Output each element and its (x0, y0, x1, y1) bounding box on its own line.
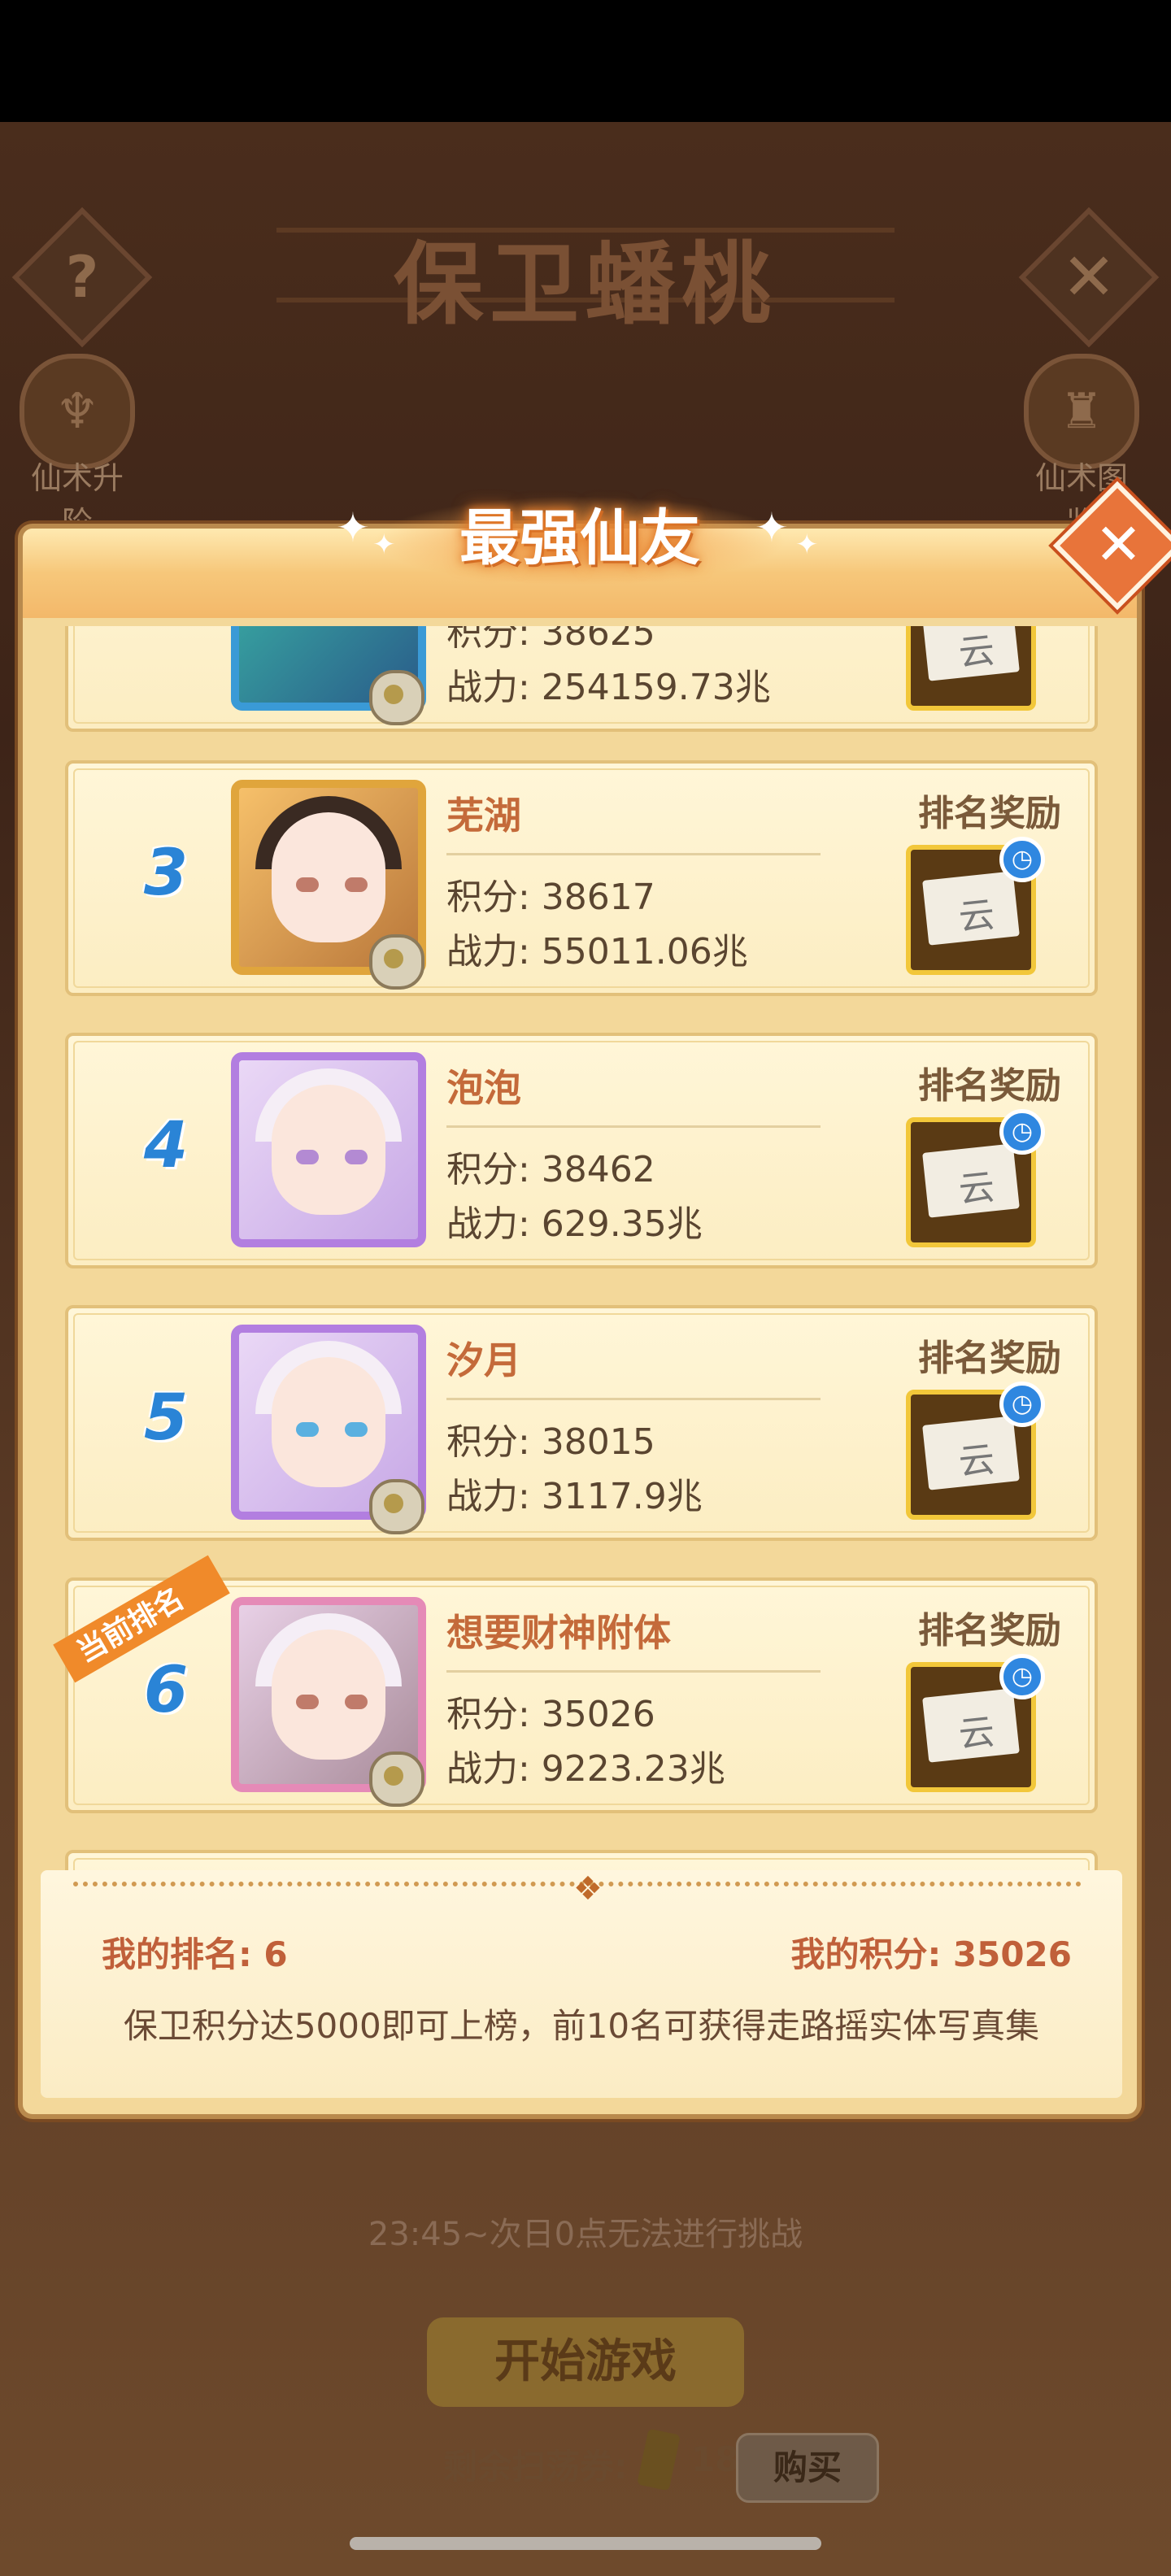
buy-button[interactable]: 购买 (736, 2433, 879, 2503)
player-name: 想要财神附体 (446, 1611, 671, 1655)
my-rank-footer: ❖ 我的排名: 6 我的积分: 35026 保卫积分达5000即可上榜，前10名… (41, 1870, 1122, 2098)
rank-number: 5 (143, 1382, 189, 1455)
leaderboard-list[interactable]: 积分: 38625 战力: 254159.73兆 云 3 芜湖 积分: 3861… (41, 626, 1106, 1870)
avatar-eye (296, 1150, 319, 1164)
list-item: 4 泡泡 积分: 38462 战力: 629.35兆 排名奖励 云 ◷ (65, 1033, 1098, 1268)
medal-icon (369, 1479, 424, 1534)
player-name: 汐月 (446, 1338, 521, 1382)
sweep-ticket-icon (637, 2428, 681, 2491)
rank-number: 6 (143, 1654, 189, 1727)
player-score: 积分: 38625 (446, 626, 655, 654)
start-game-button[interactable]: 开始游戏 (427, 2317, 744, 2407)
list-item (65, 1850, 1098, 1870)
player-power: 战力: 629.35兆 (446, 1203, 703, 1245)
home-indicator[interactable] (350, 2537, 821, 2550)
avatar-face (272, 1630, 385, 1760)
avatar-eye (345, 877, 368, 892)
diamond-ornament-icon: ❖ (573, 1870, 603, 1908)
player-score: 积分: 38015 (446, 1421, 655, 1463)
divider (446, 1125, 821, 1128)
my-rank: 我的排名: 6 (102, 1934, 288, 1974)
spell-upgrade-icon: ♆ (20, 354, 135, 469)
sweep-ticket-label: 剩余扫荡券: (443, 2447, 628, 2487)
list-item: 5 汐月 积分: 38015 战力: 3117.9兆 排名奖励 云 ◷ (65, 1305, 1098, 1541)
player-power: 战力: 55011.06兆 (446, 931, 748, 973)
photo-card-icon: 云 (922, 1688, 1020, 1763)
rank-number: 4 (143, 1109, 189, 1182)
reward-label: 排名奖励 (918, 1065, 1061, 1107)
clock-icon: ◷ (999, 1382, 1045, 1427)
close-icon: ✕ (1095, 511, 1143, 578)
question-icon: ? (65, 244, 99, 311)
player-power: 战力: 254159.73兆 (446, 667, 771, 708)
avatar-eye (296, 877, 319, 892)
avatar-face (272, 1357, 385, 1487)
divider (446, 1670, 821, 1673)
sparkle-icon: ✦ (795, 529, 819, 561)
sparkle-icon: ✦ (755, 504, 789, 551)
challenge-time-hint: 23:45~次日0点无法进行挑战 (368, 2216, 803, 2253)
avatar-eye (296, 1695, 319, 1709)
divider (446, 853, 821, 855)
player-score: 积分: 38617 (446, 877, 655, 918)
photo-card-icon: 云 (922, 871, 1020, 946)
leaderboard-rules-note: 保卫积分达5000即可上榜，前10名可获得走路摇实体写真集 (123, 2006, 1040, 2046)
avatar-face (272, 1085, 385, 1215)
avatar-face (272, 812, 385, 942)
reward-label: 排名奖励 (918, 1610, 1061, 1651)
player-power: 战力: 3117.9兆 (446, 1476, 703, 1517)
game-title: 保卫蟠桃 (394, 233, 777, 337)
photo-card-icon: 云 (922, 1143, 1020, 1218)
medal-icon (369, 934, 424, 990)
clock-icon: ◷ (999, 1654, 1045, 1699)
avatar-eye (345, 1150, 368, 1164)
close-icon: ✕ (1061, 239, 1117, 315)
reward-label: 排名奖励 (918, 1338, 1061, 1379)
rank-number: 3 (143, 837, 189, 910)
modal-title: 最强仙友 (459, 503, 700, 573)
sparkle-icon: ✦ (336, 504, 370, 551)
photo-card-icon: 云 (922, 1416, 1020, 1490)
card-border (73, 1858, 1090, 1870)
list-item-current: 6 想要财神附体 积分: 35026 战力: 9223.23兆 排名奖励 云 ◷… (53, 1555, 1098, 1813)
spell-codex-icon: ♜ (1024, 354, 1139, 469)
status-bar (0, 0, 1171, 122)
clock-icon: ◷ (999, 1109, 1045, 1155)
avatar[interactable] (231, 1052, 426, 1247)
avatar-eye (345, 1422, 368, 1437)
list-item: 3 芜湖 积分: 38617 战力: 55011.06兆 排名奖励 云 ◷ (65, 760, 1098, 996)
clock-icon: ◷ (999, 837, 1045, 882)
player-power: 战力: 9223.23兆 (446, 1748, 725, 1790)
medal-icon (369, 1751, 424, 1807)
reward-label: 排名奖励 (918, 793, 1061, 834)
my-score: 我的积分: 35026 (790, 1934, 1072, 1974)
reward-item[interactable]: 云 (906, 626, 1036, 711)
player-name: 泡泡 (446, 1066, 521, 1110)
photo-card-icon: 云 (922, 626, 1020, 681)
list-item: 积分: 38625 战力: 254159.73兆 云 (65, 626, 1098, 732)
player-score: 积分: 35026 (446, 1694, 655, 1735)
avatar-eye (296, 1422, 319, 1437)
sparkle-icon: ✦ (372, 529, 396, 561)
divider (446, 1398, 821, 1400)
medal-icon (369, 670, 424, 725)
avatar-eye (345, 1695, 368, 1709)
player-name: 芜湖 (446, 794, 521, 838)
player-score: 积分: 38462 (446, 1149, 655, 1190)
sweep-ticket-count: 18 (691, 2439, 739, 2479)
